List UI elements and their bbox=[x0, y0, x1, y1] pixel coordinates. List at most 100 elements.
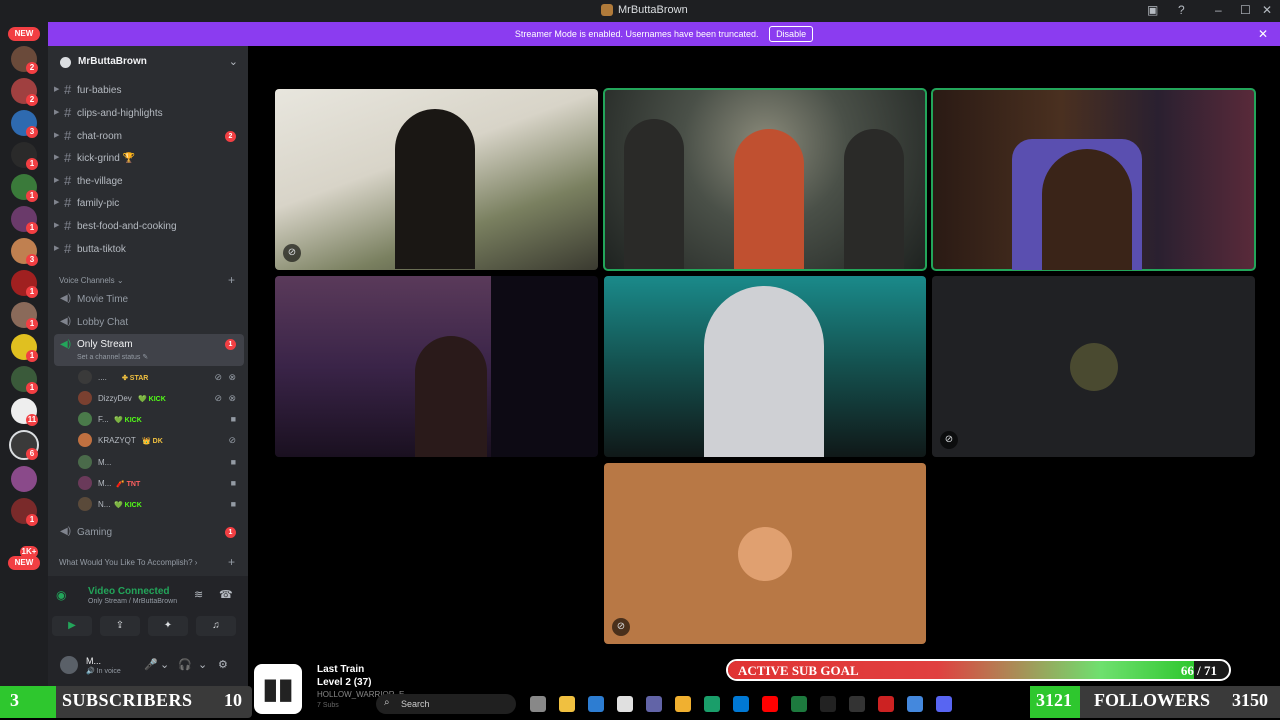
voice-user[interactable]: M... ■ bbox=[78, 453, 242, 473]
chevron-down-icon[interactable]: ⌄ bbox=[198, 658, 207, 671]
headset-icon[interactable]: 🎧 bbox=[178, 658, 192, 671]
channel-label: fur-babies bbox=[77, 85, 122, 96]
server-header[interactable]: MrButtaBrown ⌄ bbox=[48, 50, 248, 74]
taskbar-app-icon[interactable] bbox=[820, 696, 836, 712]
video-tile[interactable] bbox=[931, 88, 1256, 271]
camera-icon: ■ bbox=[230, 457, 236, 467]
voice-channel-movie-time[interactable]: ◀) Movie Time bbox=[54, 289, 244, 309]
taskbar-app-icon[interactable] bbox=[617, 696, 633, 712]
taskbar-app-icon[interactable] bbox=[936, 696, 952, 712]
taskbar-app-icon[interactable] bbox=[675, 696, 691, 712]
voice-status[interactable]: Video Connected bbox=[88, 586, 170, 597]
video-tile[interactable]: ⊘ bbox=[604, 463, 926, 644]
add-channel-icon[interactable]: + bbox=[228, 555, 235, 569]
voice-channels-header[interactable]: Voice Channels ⌄ bbox=[59, 276, 124, 285]
train-icon: ▮▮ bbox=[254, 664, 302, 714]
video-tile[interactable] bbox=[275, 276, 598, 457]
microphone-icon[interactable]: 🎤 bbox=[144, 658, 158, 671]
mention-badge: 1 bbox=[225, 527, 236, 538]
followers-overlay: 3121 FOLLOWERS 3150 bbox=[1030, 686, 1280, 718]
server-badge: 2 bbox=[26, 94, 38, 106]
taskbar-app-icon[interactable] bbox=[559, 696, 575, 712]
server-icon[interactable] bbox=[11, 466, 37, 492]
maximize-button[interactable]: ☐ bbox=[1240, 3, 1251, 17]
taskbar-app-icon[interactable] bbox=[791, 696, 807, 712]
channel-clips-and-highlights[interactable]: ▶ # clips-and-highlights bbox=[54, 103, 244, 123]
video-tile[interactable] bbox=[603, 88, 927, 271]
channel-kick-grind[interactable]: ▶ # kick-grind 🏆 bbox=[54, 148, 244, 168]
voice-location[interactable]: Only Stream / MrButtaBrown bbox=[88, 598, 177, 605]
channel-fur-babies[interactable]: ▶ # fur-babies bbox=[54, 80, 244, 100]
taskbar-app-icon[interactable] bbox=[646, 696, 662, 712]
channel-best-food-and-cooking[interactable]: ▶ # best-food-and-cooking bbox=[54, 216, 244, 236]
followers-current: 3121 bbox=[1036, 690, 1072, 710]
taskbar-app-icon[interactable] bbox=[762, 696, 778, 712]
close-button[interactable]: ✕ bbox=[1262, 3, 1272, 17]
avatar bbox=[78, 455, 92, 469]
minimize-button[interactable]: – bbox=[1215, 3, 1222, 17]
signal-icon[interactable]: ◉ bbox=[56, 588, 66, 602]
avatar bbox=[78, 433, 92, 447]
voice-user[interactable]: DizzyDev 💚 KICK ⊘ ⊗ bbox=[78, 389, 242, 409]
help-icon[interactable]: ? bbox=[1178, 3, 1185, 17]
channel-label: family-pic bbox=[77, 198, 120, 209]
activity-button[interactable]: ✦ bbox=[148, 616, 188, 636]
chevron-down-icon[interactable]: ⌄ bbox=[160, 658, 169, 671]
voice-user-name: M... bbox=[98, 458, 112, 467]
hash-icon: # bbox=[64, 173, 72, 188]
avatar bbox=[78, 412, 92, 426]
server-header-icon bbox=[60, 57, 71, 68]
speaker-icon: ◀) bbox=[60, 316, 72, 327]
mention-badge: 1 bbox=[225, 339, 236, 350]
video-tile[interactable]: ⊘ bbox=[275, 89, 598, 270]
inbox-icon[interactable]: ▣ bbox=[1147, 3, 1158, 17]
taskbar-app-icon[interactable] bbox=[849, 696, 865, 712]
chevron-right-icon: ▶ bbox=[54, 132, 60, 139]
video-tile[interactable]: ⊘ bbox=[932, 276, 1255, 457]
voice-user[interactable]: N... 💚 KICK ■ bbox=[78, 495, 242, 515]
taskbar-app-icon[interactable] bbox=[704, 696, 720, 712]
channel-butta-tiktok[interactable]: ▶ # butta-tiktok bbox=[54, 239, 244, 259]
soundboard-button[interactable]: ♫ bbox=[196, 616, 236, 636]
speaker-icon: ◀) bbox=[60, 526, 72, 537]
taskbar-app-icon[interactable] bbox=[588, 696, 604, 712]
category-accomplish[interactable]: What Would You Like To Accomplish? › bbox=[59, 558, 197, 567]
participant-silhouette bbox=[415, 336, 487, 457]
avatar[interactable] bbox=[60, 656, 78, 674]
voice-user[interactable]: F... 💚 KICK ■ bbox=[78, 410, 242, 430]
mention-badge: 2 bbox=[225, 131, 236, 142]
channel-chat-room[interactable]: ▶ # chat-room 2 bbox=[54, 126, 244, 146]
voice-user[interactable]: .... ✤ STAR ⊘ ⊗ bbox=[78, 368, 242, 388]
voice-user[interactable]: M... 🧨 TNT ■ bbox=[78, 474, 242, 494]
taskbar-app-icon[interactable] bbox=[878, 696, 894, 712]
last-train-level: Level 2 (37) bbox=[317, 677, 372, 688]
add-channel-icon[interactable]: + bbox=[228, 273, 235, 287]
taskbar-app-icon[interactable] bbox=[907, 696, 923, 712]
screen-share-button[interactable]: ⇪ bbox=[100, 616, 140, 636]
server-badge: 1 bbox=[26, 318, 38, 330]
voice-user-name: F... bbox=[98, 415, 109, 424]
channel-family-pic[interactable]: ▶ # family-pic bbox=[54, 193, 244, 213]
last-train-title: Last Train bbox=[317, 664, 365, 675]
taskbar-search[interactable]: ⌕ Search bbox=[376, 694, 516, 714]
taskbar-app-icon[interactable] bbox=[530, 696, 546, 712]
banner-close-icon[interactable]: ✕ bbox=[1258, 22, 1268, 46]
voice-user[interactable]: KRAZYQT 👑 DK ⊘ bbox=[78, 431, 242, 451]
camera-button[interactable]: ▶ bbox=[52, 616, 92, 636]
taskbar-app-icon[interactable] bbox=[733, 696, 749, 712]
disable-streamer-mode-button[interactable]: Disable bbox=[769, 26, 814, 42]
disconnect-icon[interactable]: ☎ bbox=[219, 588, 233, 601]
camera-icon: ■ bbox=[230, 499, 236, 509]
channel-status[interactable]: Set a channel status ✎ bbox=[77, 353, 148, 361]
noise-suppression-icon[interactable]: ≋ bbox=[194, 588, 203, 601]
settings-gear-icon[interactable]: ⚙ bbox=[218, 658, 228, 671]
channel-the-village[interactable]: ▶ # the-village bbox=[54, 171, 244, 191]
user-name[interactable]: M... bbox=[86, 656, 101, 666]
video-tile[interactable] bbox=[604, 276, 926, 457]
user-status: 🔊 In voice bbox=[86, 668, 121, 675]
voice-channel-only-stream[interactable]: ◀) Only Stream Set a channel status ✎ 1 bbox=[54, 334, 244, 366]
chevron-down-icon[interactable]: ⌄ bbox=[229, 55, 238, 68]
search-input[interactable]: Search bbox=[401, 699, 430, 709]
voice-channel-lobby-chat[interactable]: ◀) Lobby Chat bbox=[54, 312, 244, 332]
voice-channel-gaming[interactable]: ◀) Gaming 1 bbox=[54, 522, 244, 542]
